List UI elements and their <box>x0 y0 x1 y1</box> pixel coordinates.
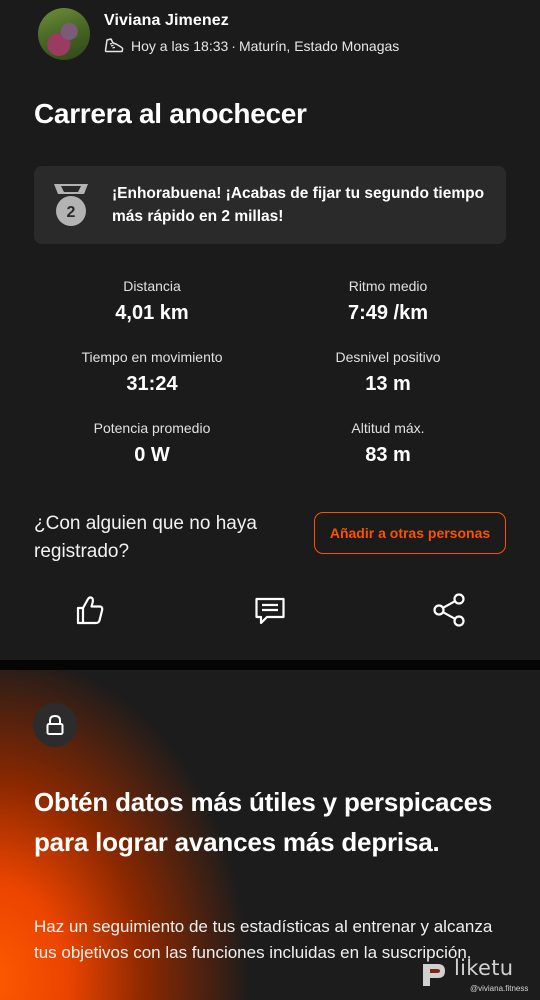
avatar[interactable] <box>38 8 90 60</box>
user-name[interactable]: Viviana Jimenez <box>104 12 229 30</box>
watermark-brand: liketu <box>454 956 514 980</box>
achievement-banner[interactable]: 2 ¡Enhorabuena! ¡Acabas de fijar tu segu… <box>34 166 506 244</box>
stat-value: 83 m <box>365 444 411 466</box>
watermark: liketu @viviana.fitness <box>420 954 540 1000</box>
stat-distance: Distancia 4,01 km <box>32 278 272 325</box>
activity-time: Hoy a las 18:33 <box>131 38 229 54</box>
share-icon <box>433 593 465 627</box>
stat-label: Ritmo medio <box>348 278 428 294</box>
comment-icon <box>255 597 285 625</box>
stat-elevation-gain: Desnivel positivo 13 m <box>268 349 508 396</box>
achievement-text: ¡Enhorabuena! ¡Acabas de fijar tu segund… <box>112 185 485 225</box>
stat-label: Potencia promedio <box>93 420 211 436</box>
add-others-prompt: ¿Con alguien que no haya registrado? <box>34 513 257 562</box>
stat-max-elevation: Altitud máx. 83 m <box>268 420 508 467</box>
watermark-handle: @viviana.fitness <box>470 984 529 993</box>
activity-meta: Hoy a las 18:33 · Maturín, Estado Monaga… <box>104 38 399 54</box>
stat-avg-power: Potencia promedio 0 W <box>32 420 272 467</box>
activity-card: Viviana Jimenez Hoy a las 18:33 · Maturí… <box>0 0 540 660</box>
activity-actions <box>0 590 540 630</box>
stat-value: 0 W <box>134 444 170 466</box>
thumbs-up-icon <box>76 596 104 625</box>
comment-button[interactable] <box>250 590 290 630</box>
running-shoe-icon <box>104 38 124 53</box>
activity-title[interactable]: Carrera al anochecer <box>34 98 307 130</box>
stat-label: Tiempo en movimiento <box>81 349 223 365</box>
medal-number: 2 <box>67 204 76 221</box>
stat-value: 7:49 /km <box>347 302 429 324</box>
subscription-promo[interactable]: Obtén datos más útiles y perspicaces par… <box>0 670 540 1000</box>
lock-icon <box>46 714 64 735</box>
share-button[interactable] <box>429 590 469 630</box>
medal-icon: 2 <box>54 184 88 226</box>
stat-label: Altitud máx. <box>351 420 425 436</box>
liketu-logo-icon <box>423 964 445 986</box>
stat-label: Desnivel positivo <box>335 349 441 365</box>
meta-separator: · <box>231 38 236 54</box>
lock-badge <box>33 703 77 747</box>
stat-value: 13 m <box>365 373 411 395</box>
add-others-button[interactable]: Añadir a otras personas <box>314 512 506 554</box>
stat-label: Distancia <box>123 278 181 294</box>
stat-value: 4,01 km <box>115 302 189 324</box>
stat-value: 31:24 <box>126 373 178 395</box>
like-button[interactable] <box>70 590 110 630</box>
section-divider <box>0 660 540 670</box>
activity-header: Viviana Jimenez Hoy a las 18:33 · Maturí… <box>38 8 518 62</box>
stat-moving-time: Tiempo en movimiento 31:24 <box>32 349 272 396</box>
promo-heading: Obtén datos más útiles y perspicaces par… <box>34 787 493 857</box>
activity-location: Maturín, Estado Monagas <box>238 38 400 54</box>
stat-pace: Ritmo medio 7:49 /km <box>268 278 508 325</box>
